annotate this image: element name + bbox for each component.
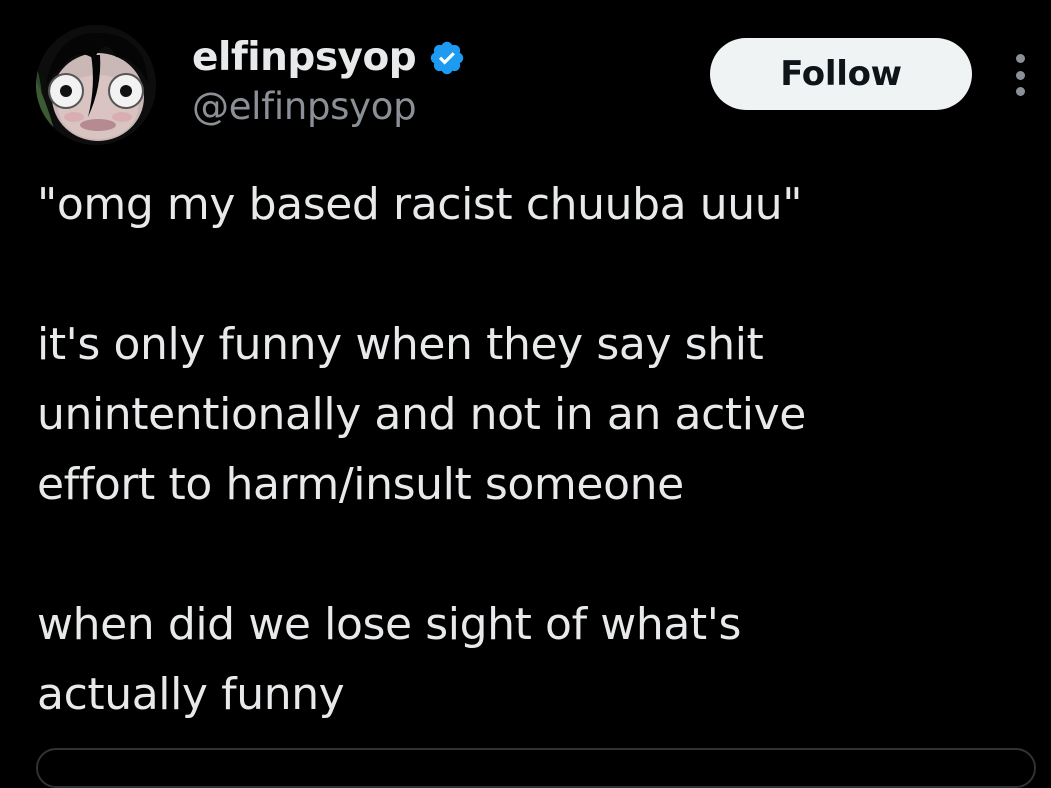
tweet-text-line: when did we lose sight of what's — [37, 599, 741, 650]
follow-button[interactable]: Follow — [710, 38, 972, 110]
tweet-text-line: it's only funny when they say shit — [37, 319, 764, 370]
media-card-edge[interactable] — [36, 748, 1036, 788]
tweet-text-line: actually funny — [37, 669, 345, 720]
author-block: elfinpsyop @elfinpsyop — [192, 30, 466, 130]
more-dot — [1015, 87, 1025, 96]
tweet-text-line: "omg my based racist chuuba uuu" — [37, 179, 803, 230]
more-dot — [1015, 54, 1025, 63]
more-vertical-icon[interactable] — [1005, 50, 1035, 100]
handle[interactable]: @elfinpsyop — [192, 84, 466, 130]
more-dot — [1015, 70, 1025, 80]
creepy-face-avatar-icon — [36, 25, 156, 145]
tweet: elfinpsyop @elfinpsyop Follow "omg my ba… — [0, 0, 1051, 788]
name-row: elfinpsyop — [192, 30, 466, 86]
verified-badge-icon[interactable] — [428, 39, 466, 77]
display-name[interactable]: elfinpsyop — [192, 30, 417, 86]
avatar[interactable] — [36, 25, 156, 145]
tweet-text-line: effort to harm/insult someone — [37, 459, 684, 510]
tweet-text: "omg my based racist chuuba uuu" it's on… — [37, 170, 1027, 730]
tweet-text-line: unintentionally and not in an active — [37, 389, 806, 440]
